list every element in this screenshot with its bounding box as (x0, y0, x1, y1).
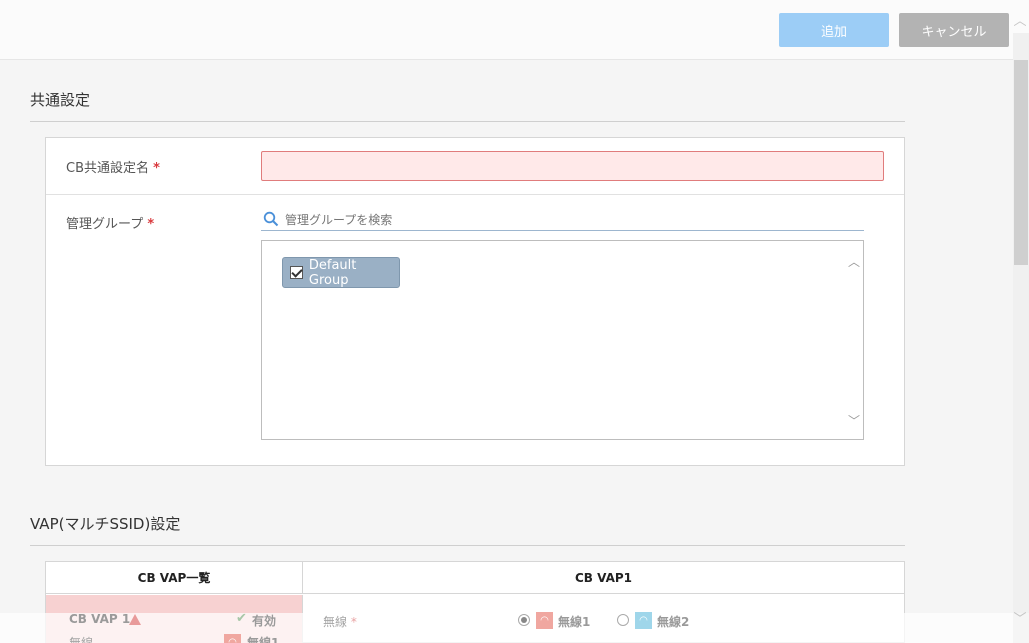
group-item-label: Default Group (308, 257, 357, 288)
required-mark: * (153, 161, 160, 176)
page-scrollbar-thumb[interactable] (1014, 60, 1028, 265)
section-divider (30, 545, 905, 546)
cb-name-label: CB共通設定名 * (66, 157, 160, 176)
check-icon: ✔ (236, 611, 247, 626)
group-item-default[interactable]: Default Group (282, 257, 400, 288)
wireless-label: 無線 * (323, 613, 357, 630)
common-settings-panel: CB共通設定名 * 管理グループ * Default Group ︿ ﹀ (45, 137, 905, 466)
bottom-fade-overlay (0, 613, 1013, 643)
group-list: Default Group ︿ ﹀ (261, 240, 864, 440)
vap-list-header: CB VAP一覧 (46, 562, 303, 594)
top-action-bar: 追加 キャンセル (0, 0, 1029, 60)
vap-item-sub-label: 無線 (69, 636, 94, 643)
vap-detail-header: CB VAP1 (303, 562, 904, 594)
wireless1-label[interactable]: 無線1 (558, 613, 590, 630)
list-scroll-up-icon[interactable]: ︿ (847, 253, 861, 270)
checkbox-checked-icon[interactable] (290, 266, 303, 279)
wireless2-label[interactable]: 無線2 (657, 613, 689, 630)
vap-item-name[interactable]: CB VAP 1 (69, 612, 130, 626)
list-scroll-down-icon[interactable]: ﹀ (847, 412, 861, 429)
required-mark: * (147, 217, 155, 232)
common-settings-title: 共通設定 (30, 91, 91, 109)
add-button[interactable]: 追加 (779, 13, 889, 47)
wireless-label-text: 無線 (323, 615, 348, 629)
cb-name-input[interactable] (261, 151, 884, 181)
wifi-icon: ◠ (224, 634, 241, 643)
search-icon (263, 211, 279, 227)
group-search (261, 210, 864, 231)
vap-item-status: 有効 (252, 614, 277, 628)
wifi-icon: ◠ (635, 612, 652, 629)
vap-item-sub-value: 無線1 (247, 636, 280, 643)
warning-icon (129, 614, 141, 625)
required-mark: * (350, 615, 357, 629)
scroll-down-icon[interactable]: ﹀ (1013, 612, 1027, 628)
radio-wireless2[interactable] (617, 614, 629, 626)
row-divider (46, 194, 904, 195)
wifi-icon: ◠ (536, 612, 553, 629)
cb-name-label-text: CB共通設定名 (66, 161, 149, 176)
section-divider (30, 121, 905, 122)
group-label: 管理グループ * (66, 213, 154, 232)
scroll-up-icon[interactable]: ︿ (1013, 14, 1027, 30)
group-label-text: 管理グループ (66, 217, 144, 232)
cancel-button[interactable]: キャンセル (899, 13, 1009, 47)
vap-settings-title: VAP(マルチSSID)設定 (30, 515, 181, 533)
radio-wireless1[interactable] (518, 614, 530, 626)
group-search-input[interactable] (285, 211, 855, 228)
